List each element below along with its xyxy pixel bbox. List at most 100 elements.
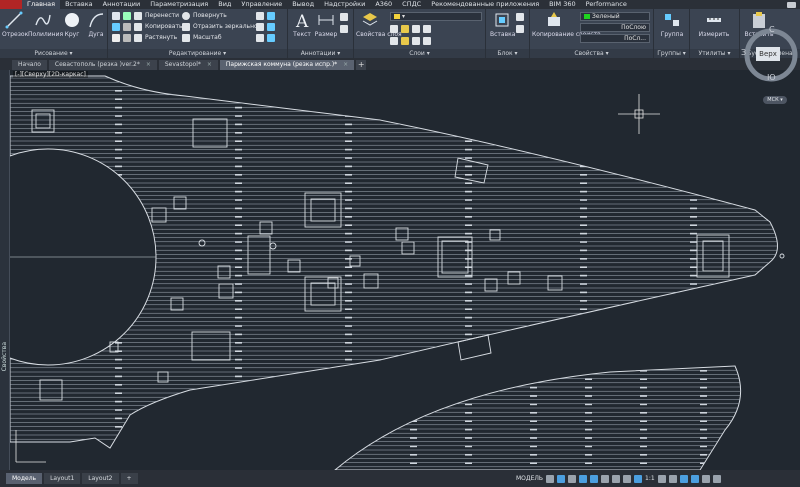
layout-tab[interactable]: Layout1	[44, 473, 81, 484]
insert-block-button[interactable]: Вставка	[490, 11, 515, 38]
move-button[interactable]: Перенести	[134, 10, 179, 21]
lineweight-dropdown[interactable]: ПоСл...	[580, 34, 650, 43]
ribbon-tab[interactable]: Вид	[213, 0, 236, 9]
circle-button[interactable]: Круг	[62, 11, 82, 38]
block-create[interactable]	[516, 11, 524, 22]
file-tab-start[interactable]: Начало	[12, 60, 47, 70]
arc-button[interactable]: Дуга	[86, 11, 106, 38]
customize-menu-icon[interactable]	[712, 474, 721, 483]
arc-label: Дуга	[88, 31, 104, 38]
polyline-button[interactable]: Полилиния	[28, 11, 63, 38]
viewcube-south[interactable]: Ю	[767, 73, 776, 82]
drawing-canvas[interactable]: [-][Сверху][2D-каркас]	[10, 70, 800, 470]
panel-annotation-title[interactable]: Аннотации ▾	[288, 49, 353, 58]
gear-icon[interactable]	[657, 474, 666, 483]
grid-icon[interactable]	[546, 474, 555, 483]
add-layout-button[interactable]: +	[120, 473, 138, 484]
plus-icon[interactable]	[668, 474, 677, 483]
ribbon-tab[interactable]: Вставка	[60, 0, 98, 9]
hardware-accel-icon[interactable]	[690, 474, 699, 483]
clean-screen-icon[interactable]	[701, 474, 710, 483]
layer-dropdown[interactable]: ▾	[390, 12, 482, 21]
annotation-visibility-icon[interactable]	[634, 474, 643, 483]
application-menu-button[interactable]	[0, 0, 22, 9]
new-tab-button[interactable]: +	[356, 60, 367, 70]
match-properties-button[interactable]: Копирование свойств	[532, 11, 601, 38]
panel-draw-title[interactable]: Рисование ▾	[0, 49, 107, 58]
small-tools-1[interactable]	[112, 10, 131, 21]
small-tools-2[interactable]	[112, 21, 131, 32]
ribbon-tab[interactable]: Главная	[22, 0, 61, 9]
file-tabs: Начало Севастополь (резка )ver.2* × Sevas…	[0, 58, 800, 70]
match-properties-icon	[548, 12, 560, 26]
ribbon-tab[interactable]: Надстройки	[319, 0, 370, 9]
ribbon-tab[interactable]: Performance	[581, 0, 632, 9]
ribbon-tab[interactable]: Управление	[236, 0, 287, 9]
fillet-button[interactable]	[256, 21, 275, 32]
small-tools-3[interactable]	[112, 32, 131, 43]
close-icon[interactable]: ×	[207, 60, 212, 70]
rotate-button[interactable]: Повернуть	[182, 10, 227, 21]
layer-properties-button[interactable]: Свойства слоя	[356, 11, 402, 38]
linetype-dropdown[interactable]: ПоСлою	[580, 23, 650, 32]
layout-tab[interactable]: Layout2	[82, 473, 119, 484]
ribbon-tab[interactable]: СПДС	[397, 0, 426, 9]
otrack-icon[interactable]	[601, 474, 610, 483]
panel-layers-title[interactable]: Слои ▾	[354, 49, 485, 58]
transparency-icon[interactable]	[623, 474, 632, 483]
ribbon-tab[interactable]: А360	[370, 0, 397, 9]
layout-tab-model[interactable]: Модель	[6, 473, 43, 484]
ship-deck-drawing[interactable]	[10, 70, 800, 470]
isolate-icon[interactable]	[679, 474, 688, 483]
trim-button[interactable]	[256, 10, 275, 21]
annotation-scale[interactable]: 1:1	[645, 475, 655, 482]
leader-icon	[340, 12, 348, 21]
stretch-button[interactable]: Растянуть	[134, 32, 177, 43]
panel-properties-title[interactable]: Свойства ▾	[530, 49, 653, 58]
copy-button[interactable]: Копировать	[134, 21, 182, 32]
file-tab[interactable]: Парижская коммуна (резка испр.)* ×	[219, 60, 355, 70]
panel-block-title[interactable]: Блок ▾	[486, 49, 529, 58]
block-edit[interactable]	[516, 23, 524, 34]
group-button[interactable]: Группа	[658, 11, 686, 38]
ribbon-tab[interactable]: Аннотации	[98, 0, 146, 9]
snap-icon[interactable]	[557, 474, 566, 483]
array-button[interactable]	[256, 32, 275, 43]
layer-tools-row2[interactable]	[390, 35, 431, 46]
ortho-icon[interactable]	[568, 474, 577, 483]
panel-utilities-title[interactable]: Утилиты ▾	[690, 49, 739, 58]
ribbon-tab[interactable]: Параметризация	[145, 0, 213, 9]
mirror-button[interactable]: Отразить зеркально	[182, 21, 258, 32]
ribbon-tab[interactable]: Рекомендованные приложения	[426, 0, 544, 9]
polar-icon[interactable]	[579, 474, 588, 483]
viewcube-north[interactable]: С	[769, 25, 775, 34]
square-icon	[112, 11, 120, 20]
properties-palette-strip[interactable]: Свойства	[0, 70, 10, 470]
dimension-button[interactable]: Размер	[314, 11, 338, 38]
panel-modify-title[interactable]: Редактирование ▾	[108, 49, 287, 58]
layer-tools-row1[interactable]	[390, 23, 431, 34]
viewport-controls-label[interactable]: [-][Сверху][2D-каркас]	[13, 71, 88, 78]
lineweight-icon[interactable]	[612, 474, 621, 483]
color-dropdown[interactable]: Зеленый	[580, 12, 650, 21]
ribbon-minimize-icon[interactable]	[787, 1, 796, 8]
annotation-table[interactable]	[340, 23, 348, 34]
text-button[interactable]: A Текст	[291, 11, 313, 38]
viewcube[interactable]: С З Ю Верх	[741, 25, 800, 84]
close-icon[interactable]: ×	[146, 60, 151, 70]
file-tab[interactable]: Sevastopol* ×	[158, 60, 218, 70]
file-tab[interactable]: Севастополь (резка )ver.2* ×	[48, 60, 157, 70]
measure-button[interactable]: Измерить	[696, 11, 732, 38]
scale-button[interactable]: Масштаб	[182, 32, 222, 43]
viewcube-west[interactable]: З	[741, 48, 746, 57]
panel-groups-title[interactable]: Группы ▾	[654, 49, 689, 58]
osnap-icon[interactable]	[590, 474, 599, 483]
wcs-menu[interactable]: МСК ▾	[763, 96, 787, 104]
annotation-more[interactable]	[340, 11, 348, 22]
viewcube-face-top[interactable]: Верх	[756, 47, 780, 61]
close-icon[interactable]: ×	[343, 60, 348, 70]
ribbon-tab[interactable]: Вывод	[287, 0, 319, 9]
model-space-toggle[interactable]: МОДЕЛЬ	[516, 475, 543, 482]
ribbon-tab[interactable]: BIM 360	[544, 0, 580, 9]
line-button[interactable]: Отрезок	[2, 11, 28, 38]
